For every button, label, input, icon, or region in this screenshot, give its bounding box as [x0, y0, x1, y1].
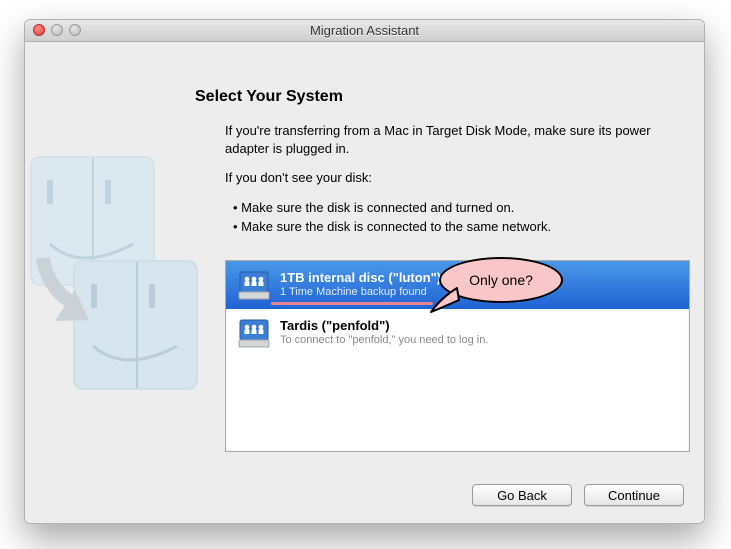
migration-assistant-window: Migration Assistant Select Your System I… [24, 19, 705, 524]
titlebar: Migration Assistant [25, 20, 704, 42]
annotation-text: Only one? [469, 272, 533, 288]
tip-item: Make sure the disk is connected and turn… [233, 199, 665, 217]
finder-faces-illustration [25, 142, 205, 412]
continue-button[interactable]: Continue [584, 484, 684, 506]
annotation-speech-tail [429, 286, 463, 314]
network-disk-icon [238, 317, 270, 349]
disk-row[interactable]: Tardis ("penfold") To connect to "penfol… [226, 309, 689, 357]
window-title: Migration Assistant [310, 23, 419, 38]
disk-title: Tardis ("penfold") [280, 318, 488, 334]
annotation-underline [271, 302, 433, 305]
zoom-window-button[interactable] [69, 24, 81, 36]
button-bar: Go Back Continue [472, 484, 684, 506]
page-heading: Select Your System [195, 88, 343, 106]
tips-list: Make sure the disk is connected and turn… [225, 199, 665, 236]
tip-item: Make sure the disk is connected to the s… [233, 218, 665, 236]
window-controls [33, 24, 81, 36]
go-back-button[interactable]: Go Back [472, 484, 572, 506]
disk-subtitle: To connect to "penfold," you need to log… [280, 334, 488, 348]
disk-title: 1TB internal disc ("luton") [280, 270, 441, 286]
disk-text: 1TB internal disc ("luton") 1 Time Machi… [280, 270, 441, 300]
network-disk-icon [238, 269, 270, 301]
intro-text: If you're transferring from a Mac in Tar… [225, 122, 665, 157]
disk-text: Tardis ("penfold") To connect to "penfol… [280, 318, 488, 348]
disk-subtitle: 1 Time Machine backup found [280, 286, 441, 300]
close-window-button[interactable] [33, 24, 45, 36]
content-area: Select Your System If you're transferrin… [25, 42, 704, 523]
minimize-window-button[interactable] [51, 24, 63, 36]
tips-lead: If you don't see your disk: [225, 169, 665, 187]
description-block: If you're transferring from a Mac in Tar… [225, 122, 665, 238]
